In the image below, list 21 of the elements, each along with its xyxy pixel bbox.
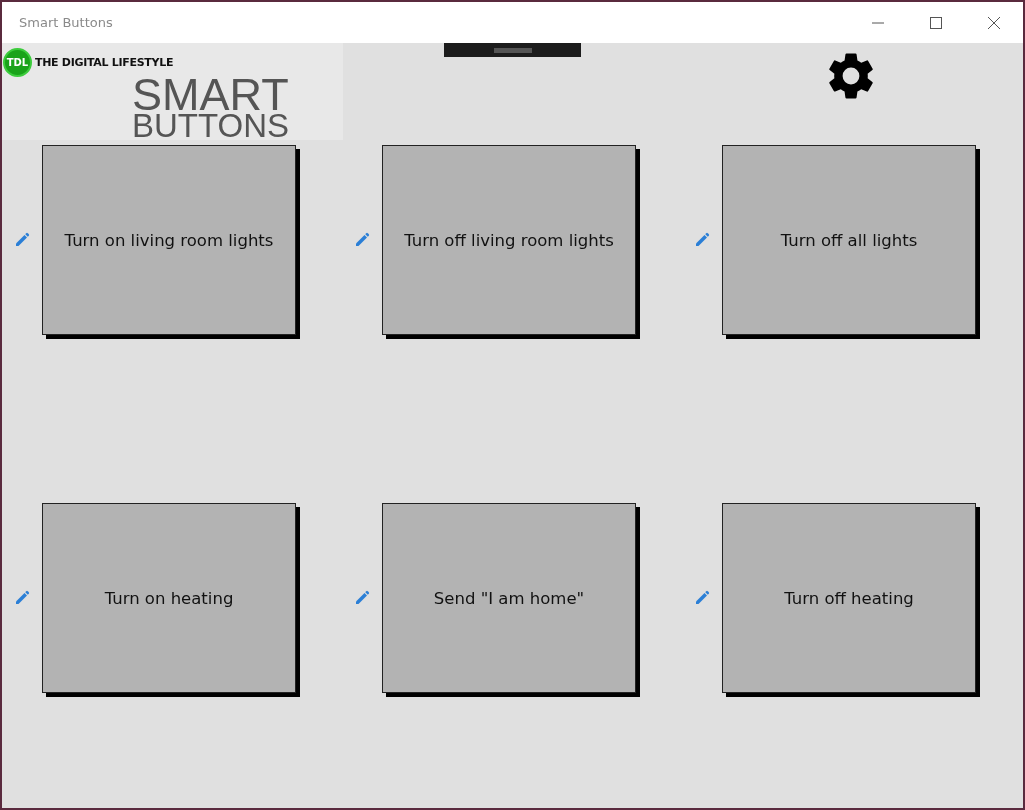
logo-badge: TDL: [3, 48, 32, 77]
edit-button[interactable]: [14, 232, 30, 248]
edit-button[interactable]: [354, 590, 370, 606]
close-icon: [987, 15, 1001, 30]
pencil-icon: [354, 590, 370, 606]
pencil-icon: [14, 232, 30, 248]
pencil-icon: [14, 590, 30, 606]
edit-button[interactable]: [694, 232, 710, 248]
edit-button[interactable]: [14, 590, 30, 606]
grip-icon: [493, 47, 532, 53]
pencil-icon: [694, 590, 710, 606]
app-subtitle: BUTTONS: [132, 113, 291, 140]
edit-button[interactable]: [694, 590, 710, 606]
pencil-icon: [354, 232, 370, 248]
window-title: Smart Buttons: [19, 15, 114, 30]
pencil-icon: [694, 232, 710, 248]
maximize-icon: [930, 16, 942, 29]
app-title: SMART: [132, 77, 290, 113]
brand-name: THE DIGITAL LIFESTYLE: [35, 56, 174, 69]
drag-handle[interactable]: [444, 43, 581, 57]
edit-button[interactable]: [354, 232, 370, 248]
